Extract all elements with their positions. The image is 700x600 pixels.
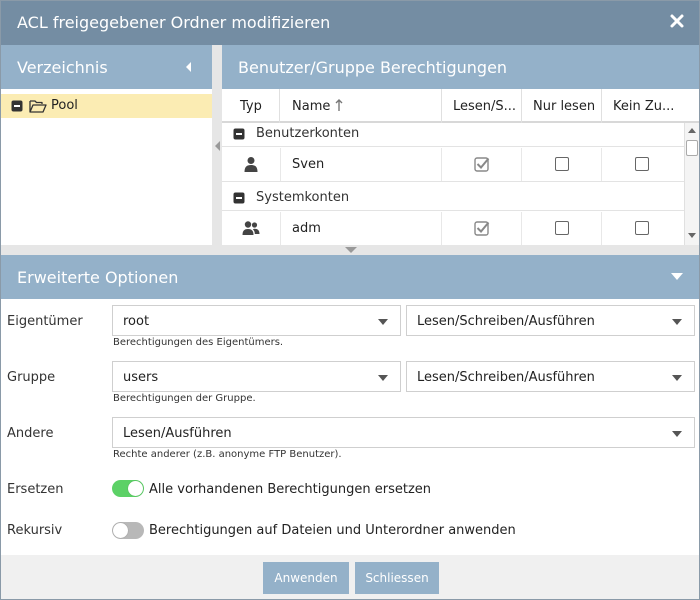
group-label: Systemkonten (256, 190, 350, 205)
minus-box-icon[interactable] (233, 192, 245, 204)
checkbox-no-access[interactable] (635, 157, 649, 171)
directory-panel-header: Verzeichnis (1, 45, 212, 89)
column-read-write[interactable]: Lesen/S... (442, 89, 522, 123)
replace-label: Ersetzen (7, 482, 64, 497)
splitter-caret-icon[interactable] (214, 141, 220, 151)
column-no-access[interactable]: Kein Zu... (602, 89, 699, 123)
column-type[interactable]: Typ (222, 89, 280, 123)
grid-scrollbar[interactable] (684, 123, 699, 245)
sort-ascending-icon (335, 99, 343, 111)
close-icon[interactable] (669, 13, 685, 29)
directory-tree: Pool (1, 89, 212, 245)
group-hint: Berechtigungen der Gruppe. (113, 393, 256, 404)
checkbox-read-write-checked[interactable] (474, 220, 490, 236)
group-label: Gruppe (7, 370, 56, 385)
chevron-down-icon (672, 375, 682, 381)
close-button[interactable]: Schliessen (355, 562, 439, 594)
recursive-label: Rekursiv (7, 523, 63, 538)
scroll-up-icon[interactable] (688, 127, 696, 133)
owner-label: Eigentümer (7, 314, 83, 329)
user-icon (244, 157, 258, 172)
panel-splitter[interactable] (212, 45, 222, 245)
recursive-toggle[interactable] (112, 522, 144, 539)
column-no-access-label: Kein Zu... (613, 99, 675, 114)
recursive-toggle-label: Berechtigungen auf Dateien und Unterordn… (149, 523, 516, 538)
advanced-options-header[interactable]: Erweiterte Optionen (1, 255, 699, 299)
group-permission-select[interactable]: Lesen/Schreiben/Ausführen (406, 361, 695, 392)
table-row[interactable]: Sven (222, 148, 684, 182)
owner-permission-select[interactable]: Lesen/Schreiben/Ausführen (406, 305, 695, 336)
grid-header: Typ Name Lesen/S... Nur lesen Kein Zu... (222, 89, 699, 123)
chevron-down-icon (672, 319, 682, 325)
column-read-only-label: Nur lesen (533, 99, 596, 114)
advanced-options-title: Erweiterte Optionen (17, 268, 179, 287)
group-permission-value: Lesen/Schreiben/Ausführen (417, 370, 595, 385)
chevron-down-icon[interactable] (671, 273, 683, 280)
group-row-system-accounts[interactable]: Systemkonten (222, 187, 684, 211)
minus-box-icon[interactable] (233, 128, 245, 140)
checkbox-read-write-checked[interactable] (474, 156, 490, 172)
permissions-panel-header: Benutzer/Gruppe Berechtigungen (222, 45, 699, 89)
others-permission-select[interactable]: Lesen/Ausführen (112, 417, 695, 448)
toggle-knob (128, 481, 143, 496)
dialog-titlebar: ACL freigegebener Ordner modifizieren (1, 1, 699, 45)
group-select-value: users (123, 370, 159, 385)
permissions-panel-title: Benutzer/Gruppe Berechtigungen (238, 58, 508, 77)
tree-item-pool[interactable]: Pool (1, 94, 212, 118)
checkbox-read-only[interactable] (555, 157, 569, 171)
group-row-user-accounts[interactable]: Benutzerkonten (222, 123, 684, 147)
caret-left-icon[interactable] (184, 61, 192, 73)
owner-hint: Berechtigungen des Eigentümers. (113, 337, 284, 348)
acl-dialog: ACL freigegebener Ordner modifizieren Ve… (0, 0, 700, 600)
replace-toggle[interactable] (112, 480, 144, 497)
scroll-thumb[interactable] (686, 140, 698, 156)
toggle-knob (113, 523, 128, 538)
others-hint: Rechte anderer (z.B. anonyme FTP Benutze… (113, 449, 342, 460)
tree-item-label: Pool (51, 98, 78, 113)
checkbox-no-access[interactable] (635, 221, 649, 235)
replace-toggle-label: Alle vorhandenen Berechtigungen ersetzen (149, 482, 432, 497)
owner-select-value: root (123, 314, 150, 329)
chevron-down-icon (672, 431, 682, 437)
column-read-only[interactable]: Nur lesen (522, 89, 602, 123)
group-select[interactable]: users (112, 361, 401, 392)
others-permission-value: Lesen/Ausführen (123, 426, 232, 441)
scroll-down-icon[interactable] (688, 233, 696, 239)
chevron-down-icon (378, 375, 388, 381)
caret-down-icon[interactable] (345, 247, 357, 253)
folder-open-icon (29, 100, 47, 113)
column-read-write-label: Lesen/S... (453, 99, 517, 114)
checkbox-read-only[interactable] (555, 221, 569, 235)
directory-panel-title: Verzeichnis (17, 58, 108, 77)
row-name: adm (292, 221, 321, 236)
permissions-grid: Typ Name Lesen/S... Nur lesen Kein Zu... (222, 89, 699, 245)
dialog-footer: Anwenden Schliessen (1, 555, 699, 599)
minus-box-icon[interactable] (11, 100, 23, 112)
chevron-down-icon (378, 319, 388, 325)
apply-button[interactable]: Anwenden (263, 562, 349, 594)
owner-select[interactable]: root (112, 305, 401, 336)
table-row[interactable]: adm (222, 212, 684, 245)
row-name: Sven (292, 157, 325, 172)
panel-resize-strip[interactable] (1, 245, 699, 255)
users-icon (242, 221, 260, 235)
column-name[interactable]: Name (280, 89, 442, 123)
others-label: Andere (7, 426, 54, 441)
column-type-label: Typ (240, 99, 262, 114)
group-label: Benutzerkonten (256, 126, 360, 141)
dialog-title: ACL freigegebener Ordner modifizieren (17, 13, 331, 32)
column-name-label: Name (292, 99, 331, 114)
owner-permission-value: Lesen/Schreiben/Ausführen (417, 314, 595, 329)
